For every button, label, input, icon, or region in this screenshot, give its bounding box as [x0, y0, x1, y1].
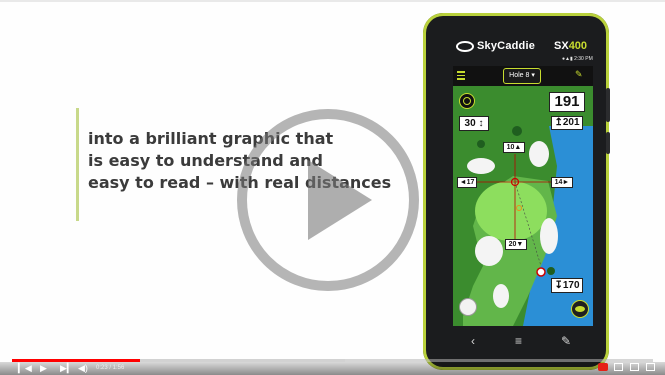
phone-side-button-2 [606, 132, 610, 154]
tree-1 [512, 126, 522, 136]
tree-2 [477, 140, 485, 148]
top-rule [0, 0, 665, 2]
green [475, 181, 547, 241]
control-bar: ▎◀ ▶ ▶▎ ◀) 0:23 / 1:56 [0, 362, 665, 375]
golf-ball-icon[interactable] [459, 298, 477, 316]
edit-icon[interactable]: ✎ [575, 70, 584, 79]
distance-up: 10▲ [503, 142, 525, 153]
tree-3 [547, 267, 555, 275]
brand-name: SkyCaddie [477, 40, 536, 52]
eye-icon[interactable] [571, 300, 589, 318]
play-icon[interactable]: ▶ [40, 363, 47, 374]
volume-icon[interactable]: ◀) [78, 363, 88, 374]
brand-swoosh-icon [456, 40, 474, 52]
phone-side-button [606, 88, 610, 122]
miniplayer-icon[interactable] [614, 363, 623, 371]
distance-left: ◄17 [457, 177, 477, 188]
phone-nav-bar: ‹ ≡ ✎ [453, 330, 593, 356]
status-bar: ●▲▮ 2:30 PM [562, 56, 593, 62]
menu-icon[interactable] [457, 71, 465, 80]
brand-logo: SkyCaddie [456, 40, 535, 52]
model-prefix: SX [554, 40, 569, 52]
distance-right: 14► [551, 177, 573, 188]
settings-icon[interactable] [598, 363, 608, 371]
model-label: SX400 [554, 40, 587, 52]
bunker-2 [529, 141, 549, 167]
app-bar: Hole 8 ▾ ✎ [453, 66, 593, 86]
distance-down: 20▼ [505, 239, 527, 250]
main-distance: 191 [549, 92, 585, 112]
bunker-4 [540, 218, 558, 254]
home-icon[interactable]: ≡ [515, 334, 522, 348]
distance-back: ↥201 [551, 116, 583, 130]
status-time: 2:30 PM [574, 56, 593, 62]
bunker-1 [467, 158, 495, 174]
nav-edit-icon[interactable]: ✎ [561, 334, 571, 348]
bunker-3 [475, 236, 503, 266]
back-icon[interactable]: ‹ [471, 334, 475, 348]
play-overlay-icon[interactable] [232, 104, 424, 296]
hole-map[interactable]: 191 ↥201 30 ↕ 10▲ ◄17 14► 20▼ ↧170 [453, 86, 593, 326]
accent-bar [76, 108, 79, 221]
distance-front: ↧170 [551, 278, 583, 293]
fullscreen-icon[interactable] [646, 363, 655, 371]
next-icon[interactable]: ▶▎ [60, 363, 74, 374]
time-display: 0:23 / 1:56 [96, 365, 125, 371]
phone-screen: Hole 8 ▾ ✎ 191 ↥201 30 ↕ 10▲ ◄17 14► 20▼… [453, 66, 593, 326]
model-number: 400 [568, 40, 588, 52]
target-icon[interactable] [459, 93, 475, 109]
wind-distance[interactable]: 30 ↕ [459, 116, 489, 131]
player-position [536, 267, 546, 277]
hole-selector[interactable]: Hole 8 ▾ [503, 68, 541, 84]
theater-icon[interactable] [630, 363, 639, 371]
video-frame[interactable]: into a brilliant graphic that is easy to… [0, 0, 665, 375]
bunker-5 [493, 284, 509, 308]
skip-back-icon[interactable]: ▎◀ [18, 363, 32, 374]
hole-label: Hole 8 [509, 72, 530, 79]
